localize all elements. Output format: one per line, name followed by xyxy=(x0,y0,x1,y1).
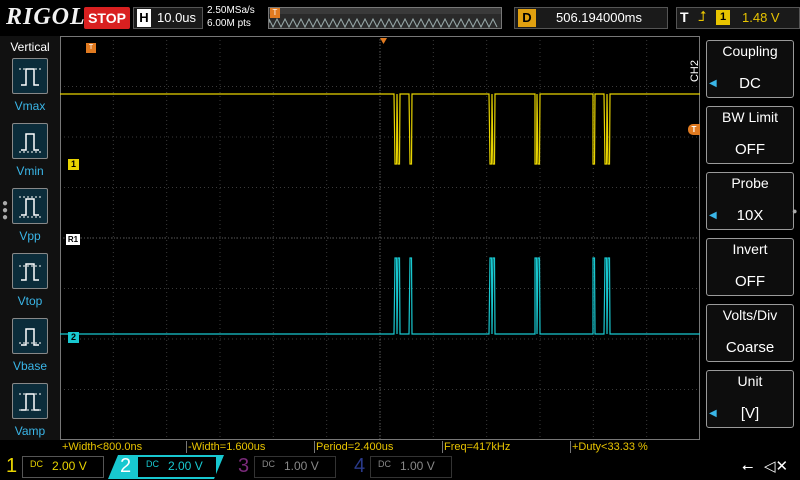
run-stop-button[interactable]: STOP xyxy=(84,7,130,29)
menu-page-dot-icon: ● xyxy=(792,206,798,216)
unit-title: Unit xyxy=(737,373,763,389)
vmax-icon xyxy=(19,68,41,86)
vpp-icon xyxy=(19,196,41,218)
trigger-label: T xyxy=(680,9,689,25)
vbase-button[interactable] xyxy=(12,318,48,354)
measure-divider xyxy=(442,441,443,453)
vmin-icon xyxy=(19,133,41,153)
waveform-display[interactable] xyxy=(60,36,700,440)
ch4-number: 4 xyxy=(354,455,366,477)
bw-limit-title: BW Limit xyxy=(722,109,778,125)
ref-marker[interactable]: R1 xyxy=(66,234,80,245)
delay-value: 506.194000ms xyxy=(556,10,643,25)
vmax-button[interactable] xyxy=(12,58,48,94)
usb-icon: ⭠ xyxy=(742,458,754,474)
timebase-value: 10.0us xyxy=(157,10,197,25)
measure-freq[interactable]: Freq=417kHz xyxy=(444,440,510,454)
vmin-label: Vmin xyxy=(16,164,44,178)
sample-rate: 2.50MSa/s xyxy=(207,5,255,16)
measure-neg-width[interactable]: -Width=1.600us xyxy=(188,440,265,454)
coupling-title: Coupling xyxy=(722,43,778,59)
ch2-coupling: DC xyxy=(146,459,159,469)
trigger-position-marker: T xyxy=(270,8,280,18)
ch2-number: 2 xyxy=(120,455,132,477)
measure-pos-duty[interactable]: +Duty<33.33 % xyxy=(572,440,648,454)
bw-limit-value: OFF xyxy=(735,141,765,158)
vamp-icon xyxy=(19,393,41,411)
vtop-label: Vtop xyxy=(17,294,43,308)
memory-depth: 6.00M pts xyxy=(207,18,251,29)
unit-value: [V] xyxy=(740,405,760,422)
scroll-indicator-icon: ● ● ● xyxy=(2,198,9,223)
vmax-label: Vmax xyxy=(14,99,46,113)
trigger-level: 1.48 V xyxy=(742,10,780,25)
ch3-coupling: DC xyxy=(262,459,275,469)
volts-div-value: Coarse xyxy=(725,339,775,356)
ch3-scale: 1.00 V xyxy=(284,459,319,473)
vtop-button[interactable] xyxy=(12,253,48,289)
vmin-button[interactable] xyxy=(12,123,48,159)
vbase-icon xyxy=(19,328,41,346)
trigger-top-marker: T xyxy=(86,43,96,53)
invert-title: Invert xyxy=(732,241,768,257)
measure-divider xyxy=(570,441,571,453)
ch1-coupling: DC xyxy=(30,459,43,469)
rising-edge-icon: ⮥ xyxy=(698,8,707,24)
volts-div-title: Volts/Div xyxy=(722,307,778,323)
vbase-label: Vbase xyxy=(12,359,48,373)
brand-logo: RIGOL xyxy=(6,4,86,30)
vamp-button[interactable] xyxy=(12,383,48,419)
trigger-display[interactable] xyxy=(676,7,800,29)
ch4-scale: 1.00 V xyxy=(400,459,435,473)
vpp-button[interactable] xyxy=(12,188,48,224)
vpp-label: Vpp xyxy=(19,229,41,243)
coupling-value: DC xyxy=(739,75,761,92)
probe-title: Probe xyxy=(731,175,769,191)
ch2-offset-marker[interactable]: 2 xyxy=(68,332,79,343)
memory-overview-bar[interactable] xyxy=(268,7,502,29)
timebase-label: H xyxy=(137,9,151,27)
ch2-scale: 2.00 V xyxy=(168,459,203,473)
speaker-muted-icon[interactable]: ◁✕ xyxy=(764,457,788,475)
ch1-number: 1 xyxy=(6,455,18,477)
measure-divider xyxy=(314,441,315,453)
invert-value: OFF xyxy=(735,273,765,290)
sidebar-title: Vertical xyxy=(10,40,50,54)
delay-label: D xyxy=(518,9,536,27)
menu-channel-tag: CH2 xyxy=(689,60,701,83)
measure-divider xyxy=(186,441,187,453)
trigger-source: 1 xyxy=(716,10,730,25)
trigger-time-marker-icon xyxy=(380,38,387,44)
trigger-level-marker[interactable]: T xyxy=(688,124,700,135)
memory-overview-waveform xyxy=(268,8,501,29)
measure-pos-width[interactable]: +Width<800.0ns xyxy=(62,440,142,454)
probe-value: 10X xyxy=(736,207,764,224)
vamp-label: Vamp xyxy=(14,424,46,438)
ch1-scale: 2.00 V xyxy=(52,459,87,473)
ch4-coupling: DC xyxy=(378,459,391,469)
ch1-offset-marker[interactable]: 1 xyxy=(68,159,79,170)
waveform-graticule xyxy=(60,36,700,440)
measure-period[interactable]: Period=2.400us xyxy=(316,440,393,454)
vtop-icon xyxy=(19,263,41,281)
ch3-number: 3 xyxy=(238,455,250,477)
